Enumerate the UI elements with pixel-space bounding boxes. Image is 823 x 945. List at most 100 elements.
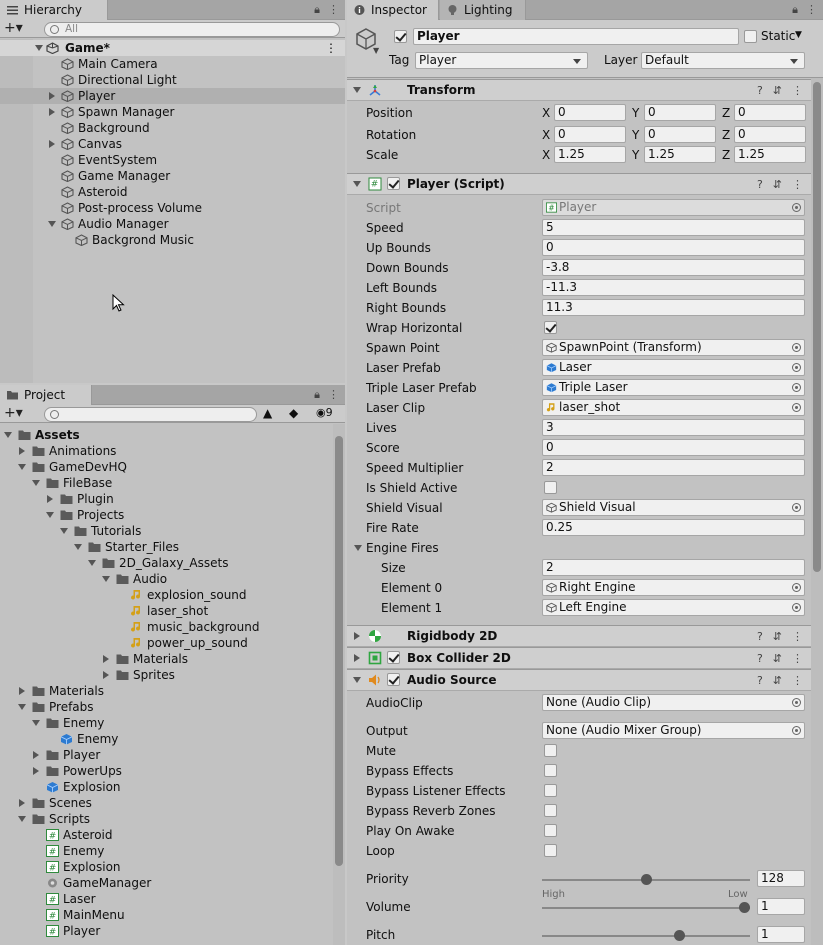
project-item[interactable]: GameDevHQ [0,459,333,475]
project-item[interactable]: # MainMenu [0,907,333,923]
transform-component[interactable]: Transform? ⇵ ⋮ [347,79,811,101]
project-item[interactable]: music_background [0,619,333,635]
tab-lighting[interactable]: Lighting [440,0,526,20]
expand-arrow-icon[interactable] [18,815,26,823]
hierarchy-item[interactable]: Spawn Manager [0,104,345,120]
project-item[interactable]: # Laser [0,891,333,907]
transform-x-field[interactable]: 0 [554,126,626,143]
foldout-arrow-icon[interactable] [353,180,361,188]
component-enabled-toggle[interactable] [387,177,400,190]
value-field[interactable]: 2 [542,459,805,476]
component-enabled-toggle[interactable] [387,673,400,686]
expand-arrow-icon[interactable] [18,463,26,471]
project-item[interactable]: FileBase [0,475,333,491]
slider-knob[interactable] [640,874,652,885]
kebab-menu-icon[interactable]: ⋮ [328,388,339,402]
project-item[interactable]: 2D_Galaxy_Assets [0,555,333,571]
project-item[interactable]: # Enemy [0,843,333,859]
tab-project[interactable]: Project [0,385,92,405]
value-field[interactable]: Left Engine [542,599,805,616]
foldout-arrow-icon[interactable] [353,86,361,94]
object-name-field[interactable]: Player [413,28,739,45]
expand-arrow-icon[interactable] [32,767,40,775]
transform-y-field[interactable]: 1.25 [644,146,716,163]
presets-icon[interactable]: ⇵ [773,178,782,191]
project-item[interactable]: Sprites [0,667,333,683]
presets-icon[interactable]: ⇵ [773,84,782,97]
property-toggle[interactable] [544,744,557,757]
value-field[interactable]: -11.3 [542,279,805,296]
transform-z-field[interactable]: 0 [734,126,806,143]
layer-dropdown[interactable]: Default [641,52,805,69]
hierarchy-item[interactable]: Asteroid [0,184,345,200]
static-toggle[interactable] [744,30,757,43]
transform-x-field[interactable]: 0 [554,104,626,121]
project-item[interactable]: # Player [0,923,333,939]
project-item[interactable]: Materials [0,651,333,667]
project-item[interactable]: Scenes [0,795,333,811]
project-item[interactable]: Plugin [0,491,333,507]
object-picker-icon[interactable] [792,603,801,612]
slider-value-field[interactable]: 1 [757,898,805,915]
output-field[interactable]: None (Audio Mixer Group) [542,722,805,739]
audio-source-component[interactable]: Audio Source? ⇵ ⋮ [347,669,811,691]
project-item[interactable]: Enemy [0,731,333,747]
expand-arrow-icon[interactable] [102,671,110,679]
slider-value-field[interactable]: 128 [757,870,805,887]
help-icon[interactable]: ? [757,630,763,643]
slider-track[interactable] [542,935,750,937]
help-icon[interactable]: ? [757,652,763,665]
value-field[interactable]: 2 [542,559,805,576]
slider-knob[interactable] [739,902,750,913]
expand-arrow-icon[interactable] [35,44,43,52]
expand-arrow-icon[interactable] [74,543,82,551]
hierarchy-search-input[interactable]: All [44,22,340,37]
project-item[interactable]: GameManager [0,875,333,891]
expand-arrow-icon[interactable] [46,511,54,519]
expand-arrow-icon[interactable] [48,108,56,116]
property-toggle[interactable] [544,824,557,837]
transform-z-field[interactable]: 1.25 [734,146,806,163]
kebab-menu-icon[interactable]: ⋮ [328,3,339,17]
property-toggle[interactable] [544,844,557,857]
tag-dropdown[interactable]: Player [415,52,588,69]
transform-x-field[interactable]: 1.25 [554,146,626,163]
hierarchy-item[interactable]: Canvas [0,136,345,152]
hierarchy-item[interactable]: Player [0,88,345,104]
expand-arrow-icon[interactable] [48,220,56,228]
kebab-menu-icon[interactable]: ⋮ [792,674,803,687]
value-field[interactable]: 5 [542,219,805,236]
lock-icon[interactable]: 🔒︎ [792,3,798,17]
foldout-arrow-icon[interactable] [354,544,362,552]
project-search-input[interactable] [44,407,257,422]
lock-icon[interactable]: 🔒︎ [314,3,320,17]
value-field[interactable]: 0 [542,239,805,256]
tab-hierarchy[interactable]: Hierarchy [0,0,108,20]
property-toggle[interactable] [544,784,557,797]
value-field[interactable]: laser_shot [542,399,805,416]
slider-knob[interactable] [673,930,685,941]
presets-icon[interactable]: ⇵ [773,630,782,643]
object-picker-icon[interactable] [792,363,801,372]
hierarchy-item[interactable]: Post-process Volume [0,200,345,216]
kebab-menu-icon[interactable]: ⋮ [792,84,803,97]
object-picker-icon[interactable] [792,403,801,412]
active-toggle[interactable] [394,30,407,43]
project-item[interactable]: Audio [0,571,333,587]
value-field[interactable]: 0.25 [542,519,805,536]
object-picker-icon[interactable] [792,203,801,212]
help-icon[interactable]: ? [757,84,763,97]
inspector-scrollbar[interactable] [811,78,823,945]
expand-arrow-icon[interactable] [46,495,54,503]
foldout-arrow-icon[interactable] [353,676,361,684]
hierarchy-item[interactable]: EventSystem [0,152,345,168]
object-picker-icon[interactable] [792,583,801,592]
project-item[interactable]: explosion_sound [0,587,333,603]
help-icon[interactable]: ? [757,178,763,191]
create-asset-button[interactable]: +▾ [4,406,32,422]
kebab-menu-icon[interactable]: ⋮ [792,178,803,191]
value-field[interactable]: SpawnPoint (Transform) [542,339,805,356]
expand-arrow-icon[interactable] [102,575,110,583]
project-item[interactable]: PowerUps [0,763,333,779]
transform-z-field[interactable]: 0 [734,104,806,121]
